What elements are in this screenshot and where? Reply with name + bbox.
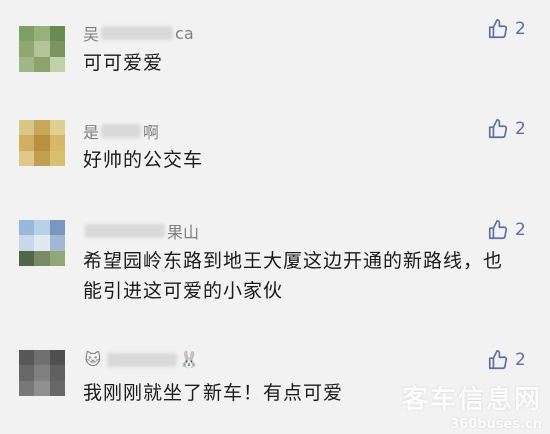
avatar-pixel <box>34 350 50 366</box>
comment-text: 希望园岭东路到地王大厦这边开通的新路线，也能引进这可爱的小家伙 <box>83 250 504 302</box>
avatar[interactable] <box>19 120 65 166</box>
name-blur <box>85 224 165 238</box>
avatar-pixel <box>19 56 35 72</box>
commenter-name[interactable]: 🐱 🐰 <box>83 349 201 371</box>
avatar-pixel <box>34 135 50 151</box>
avatar[interactable] <box>19 220 65 266</box>
avatar[interactable] <box>19 350 65 396</box>
like-count: 2 <box>515 350 526 370</box>
name-start: 是 <box>83 123 100 142</box>
avatar-pixel <box>19 365 35 381</box>
avatar-pixel <box>19 120 35 136</box>
commenter-name[interactable]: 果山 <box>83 220 199 242</box>
avatar-pixel <box>34 380 50 396</box>
avatar-pixel <box>34 56 50 72</box>
avatar-pixel <box>49 235 65 251</box>
avatar-pixel <box>49 365 65 381</box>
avatar-pixel <box>49 150 65 166</box>
avatar-pixel <box>34 220 50 236</box>
avatar-pixel <box>49 350 65 366</box>
avatar-pixel <box>19 235 35 251</box>
avatar-pixel <box>19 350 35 366</box>
avatar-pixel <box>19 380 35 396</box>
comment-text: 好帅的公交车 <box>83 149 204 171</box>
avatar-pixel <box>34 120 50 136</box>
commenter-name[interactable]: 是 啊 <box>83 120 159 142</box>
avatar-pixel <box>19 26 35 42</box>
avatar-pixel <box>34 150 50 166</box>
thumbs-up-icon <box>487 219 509 241</box>
like-count: 2 <box>515 19 526 39</box>
avatar-pixel <box>34 235 50 251</box>
avatar[interactable] <box>19 26 65 72</box>
comment-text: 可可爱爱 <box>83 52 164 74</box>
cat-emoji-icon: 🐱 <box>84 350 102 369</box>
name-end: ca <box>175 23 194 43</box>
like-button[interactable]: 2 <box>487 118 526 140</box>
avatar-pixel <box>49 26 65 42</box>
name-start: 吴 <box>83 25 100 44</box>
like-count: 2 <box>515 220 526 240</box>
commenter-name[interactable]: 吴 ca <box>83 22 194 45</box>
like-count: 2 <box>515 119 526 139</box>
name-blur <box>101 124 142 138</box>
watermark-title: 客车信息网 <box>401 385 542 415</box>
avatar-pixel <box>49 56 65 72</box>
avatar-pixel <box>49 380 65 396</box>
name-blur <box>107 353 177 367</box>
like-button[interactable]: 2 <box>487 219 526 241</box>
avatar-pixel <box>19 135 35 151</box>
avatar-pixel <box>34 26 50 42</box>
avatar-pixel <box>49 135 65 151</box>
name-blur <box>101 26 174 40</box>
avatar-pixel <box>19 220 35 236</box>
avatar-pixel <box>19 250 35 266</box>
like-button[interactable]: 2 <box>487 18 526 40</box>
avatar-pixel <box>34 365 50 381</box>
avatar-pixel <box>49 250 65 266</box>
avatar-pixel <box>49 220 65 236</box>
name-end: 啊 <box>143 123 160 142</box>
thumbs-up-icon <box>487 118 509 140</box>
avatar-pixel <box>34 41 50 57</box>
avatar-pixel <box>19 150 35 166</box>
avatar-pixel <box>49 120 65 136</box>
thumbs-up-icon <box>487 349 509 371</box>
avatar-pixel <box>34 250 50 266</box>
rabbit-emoji-icon: 🐰 <box>179 350 199 369</box>
like-button[interactable]: 2 <box>487 349 526 371</box>
watermark-url: 360buses.cn <box>450 417 542 432</box>
thumbs-up-icon <box>487 18 509 40</box>
avatar-pixel <box>49 41 65 57</box>
name-end: 果山 <box>167 223 200 242</box>
avatar-pixel <box>19 41 35 57</box>
